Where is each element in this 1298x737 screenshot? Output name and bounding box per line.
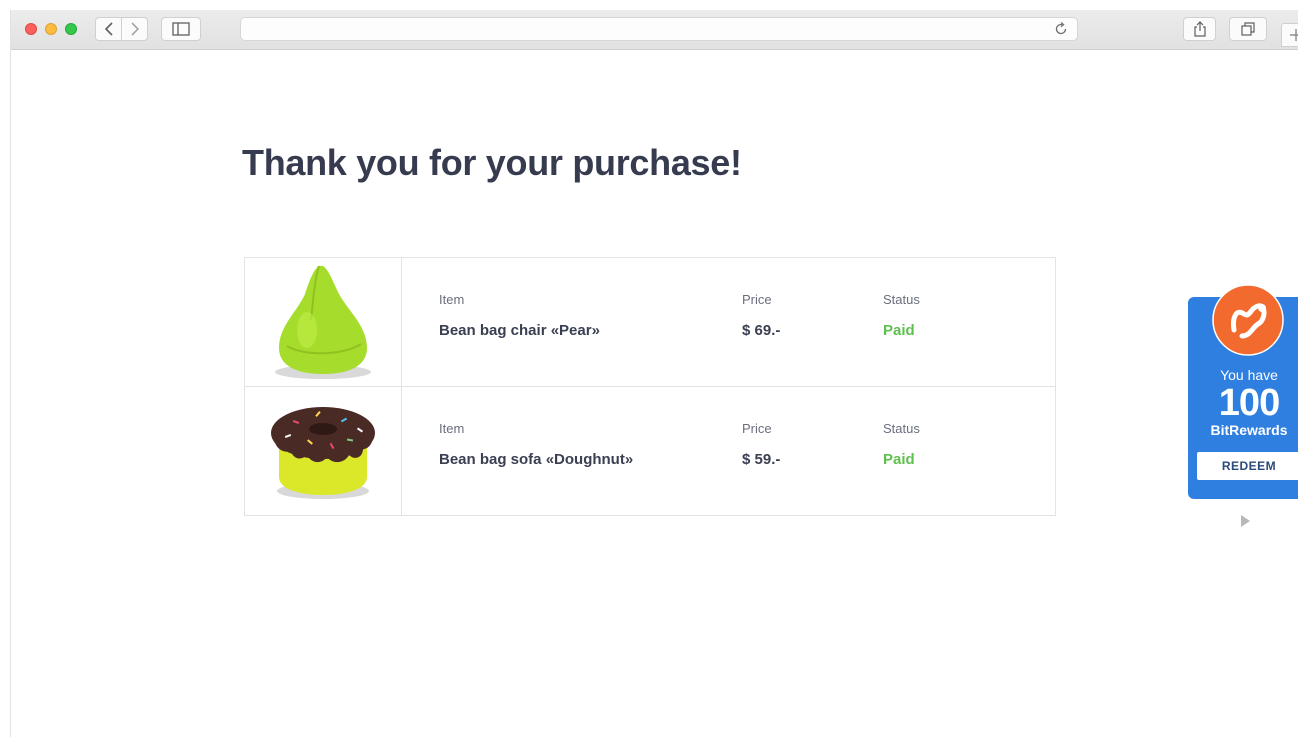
price-value: $ 59.- [742, 451, 781, 468]
chevron-right-icon [130, 22, 139, 36]
order-row: Item Bean bag chair «Pear» Price $ 69.- … [245, 258, 1055, 387]
forward-button[interactable] [121, 17, 148, 41]
back-button[interactable] [95, 17, 122, 41]
sidebar-icon [172, 22, 190, 36]
pear-bean-bag-image [275, 265, 371, 379]
rewards-count: 100 [1218, 382, 1280, 424]
item-label: Item [439, 292, 465, 307]
close-window-button[interactable] [25, 23, 37, 35]
redeem-button[interactable]: REDEEM [1197, 452, 1298, 480]
status-label: Status [883, 292, 920, 307]
maximize-window-button[interactable] [65, 23, 77, 35]
page-title: Thank you for your purchase! [242, 142, 742, 183]
sidebar-toggle-button[interactable] [161, 17, 201, 41]
price-value: $ 69.- [742, 322, 781, 339]
status-badge: Paid [883, 322, 915, 339]
item-name: Bean bag sofa «Doughnut» [439, 451, 634, 468]
item-label: Item [439, 421, 465, 436]
new-tab-button[interactable] [1281, 23, 1298, 47]
address-bar[interactable] [240, 17, 1078, 41]
bitrewards-logo-icon [1212, 284, 1284, 356]
item-column: Item Bean bag chair «Pear» [439, 292, 600, 339]
chevron-left-icon [104, 22, 113, 36]
status-column: Status Paid [883, 292, 920, 339]
share-button[interactable] [1183, 17, 1216, 41]
price-column: Price $ 59.- [742, 421, 780, 468]
item-column: Item Bean bag sofa «Doughnut» [439, 421, 633, 468]
browser-toolbar [11, 10, 1298, 50]
price-label: Price [742, 292, 772, 307]
order-row: Item Bean bag sofa «Doughnut» Price $ 59… [245, 387, 1055, 515]
price-label: Price [742, 421, 772, 436]
play-icon[interactable] [1241, 515, 1250, 527]
status-column: Status Paid [883, 421, 920, 468]
order-table: Item Bean bag chair «Pear» Price $ 69.- … [244, 257, 1056, 516]
rewards-caption: You have [1220, 367, 1278, 383]
status-badge: Paid [883, 451, 915, 468]
rewards-unit: BitRewards [1210, 422, 1288, 438]
price-column: Price $ 69.- [742, 292, 780, 339]
plus-icon [1290, 29, 1298, 41]
doughnut-bean-bag-image [271, 407, 375, 499]
share-icon [1193, 21, 1206, 37]
tabs-icon [1241, 22, 1255, 36]
status-label: Status [883, 421, 920, 436]
minimize-window-button[interactable] [45, 23, 57, 35]
product-thumbnail [245, 258, 402, 386]
item-name: Bean bag chair «Pear» [439, 322, 600, 339]
product-thumbnail [245, 387, 402, 515]
show-tabs-button[interactable] [1229, 17, 1267, 41]
reload-icon[interactable] [1053, 21, 1069, 37]
